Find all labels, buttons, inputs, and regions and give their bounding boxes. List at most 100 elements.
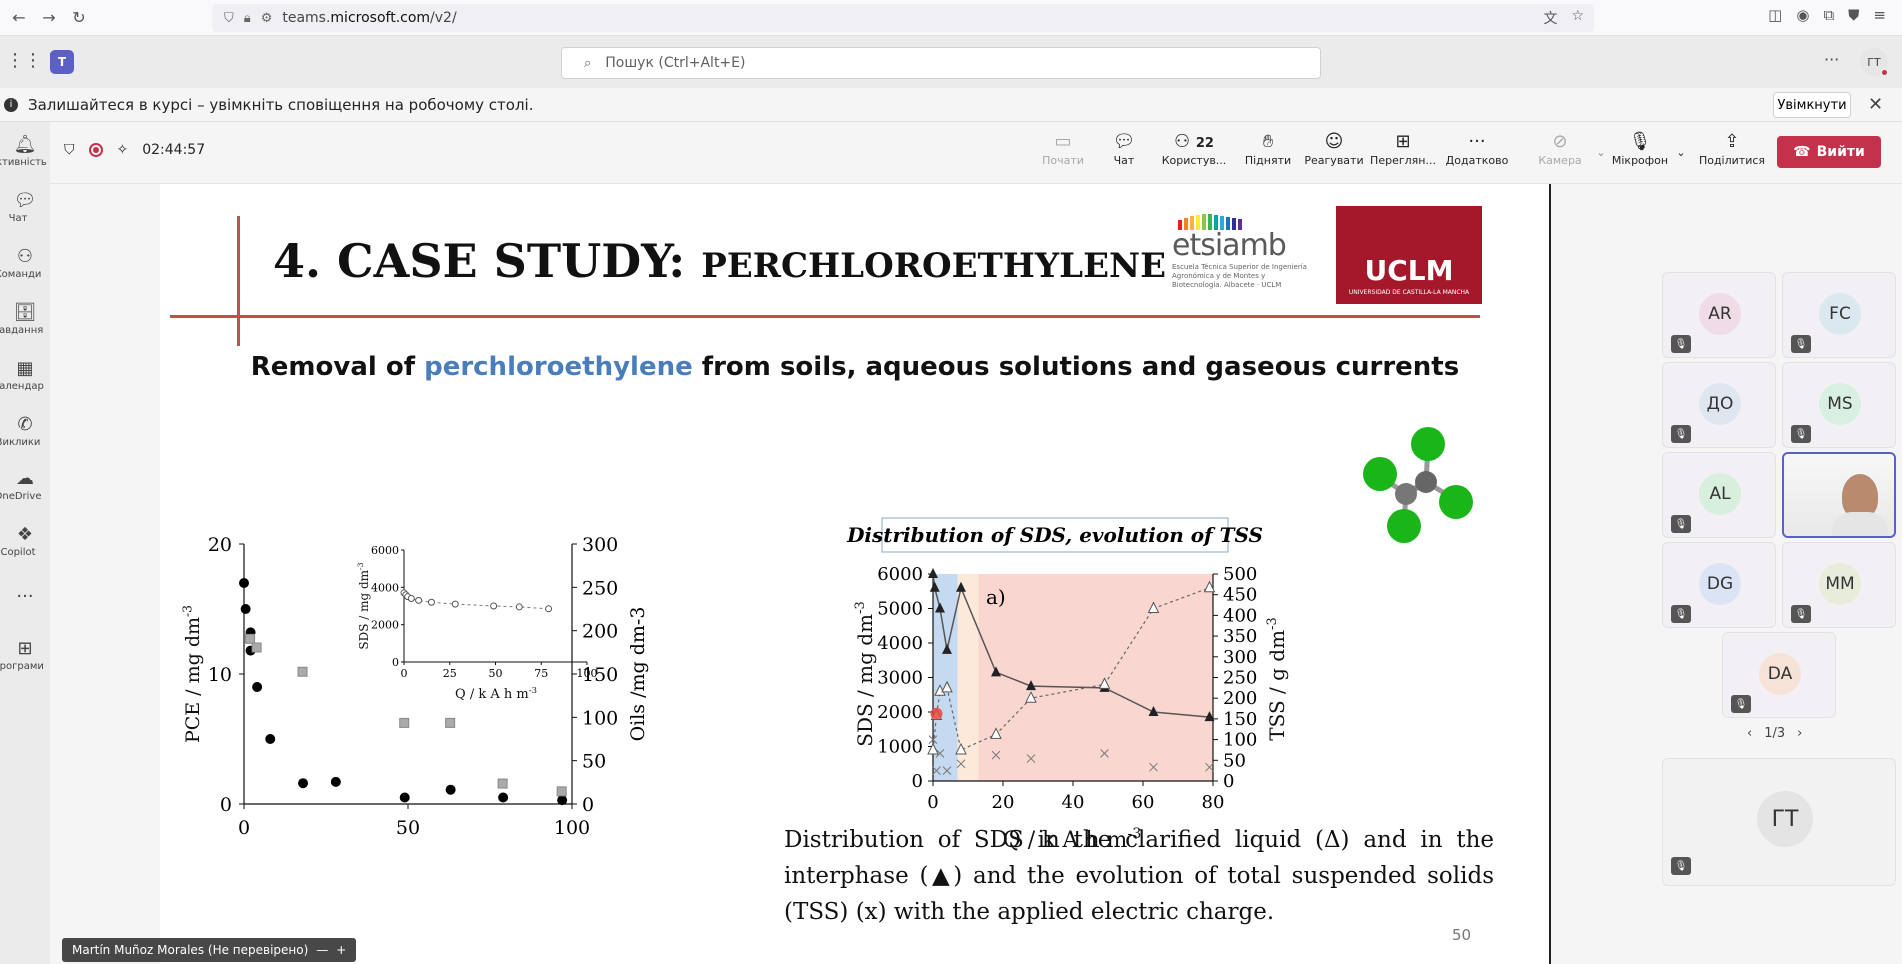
participant-tile[interactable]: AR 🎙︎: [1662, 272, 1776, 358]
participant-avatar: MM: [1819, 563, 1861, 605]
rail-calendar[interactable]: ▦Календар: [0, 352, 50, 406]
translate-icon[interactable]: 文: [1543, 8, 1557, 28]
right-chart-y2-tick-label: 200: [1223, 688, 1257, 709]
rail-chat[interactable]: 💬︎ Чат: [0, 184, 50, 238]
muted-mic-icon: 🎙︎: [1671, 425, 1691, 443]
rail-more[interactable]: ···: [0, 580, 50, 610]
oils-data-point: [445, 717, 456, 728]
inset-y-tick-label: 0: [392, 656, 399, 669]
participant-tile[interactable]: MM 🎙︎: [1782, 542, 1896, 628]
info-icon: i: [4, 97, 18, 112]
raise-hand-button[interactable]: ✋︎ Підняти: [1240, 130, 1296, 178]
address-bar[interactable]: ⛉ 🔒︎ ⚙ teams.microsoft.com/v2/ 文 ☆: [212, 4, 1594, 32]
pocket-icon[interactable]: ◫: [1768, 6, 1782, 24]
more-options-icon[interactable]: ···: [1824, 50, 1839, 69]
muted-mic-icon: 🎙︎: [1791, 425, 1811, 443]
ublock-icon[interactable]: ⛊: [1848, 6, 1859, 24]
muted-mic-icon: 🎙︎: [1671, 857, 1691, 875]
people-button[interactable]: ⚇ 22 Користув...: [1156, 130, 1232, 178]
right-chart-x-tick-label: 40: [1062, 792, 1085, 813]
title-rule-horizontal: [170, 315, 1480, 318]
shield-icon[interactable]: ⛉: [64, 142, 75, 158]
inset-series-line: [403, 592, 549, 610]
extensions-icon[interactable]: ⧉: [1823, 6, 1834, 24]
camera-off-icon: ⊘: [1552, 131, 1568, 152]
lock-icon[interactable]: 🔒︎: [244, 11, 251, 26]
minimize-icon[interactable]: —: [316, 943, 328, 957]
participant-tile[interactable]: AL 🎙︎: [1662, 452, 1776, 538]
muted-mic-icon: 🎙︎: [1731, 695, 1751, 713]
view-button[interactable]: ⊞ Переглян...: [1366, 130, 1440, 178]
left-chart-x-tick-label: 50: [396, 817, 420, 839]
meeting-toolbar: ⛉ ✧ 02:44:57 ▭ Почати 💬︎ Чат ⚇ 22 Користув.…: [50, 122, 1902, 184]
shield-icon[interactable]: ⛉: [224, 11, 234, 26]
pce-data-point: [239, 578, 249, 588]
rail-activity[interactable]: 🔔︎Активність: [0, 128, 50, 182]
muted-mic-icon: 🎙︎: [1671, 605, 1691, 623]
rail-calls[interactable]: ✆ Виклики: [0, 408, 50, 462]
bookmark-star-icon[interactable]: ☆: [1571, 8, 1584, 28]
next-page-icon[interactable]: ›: [1797, 726, 1802, 741]
participant-tile[interactable]: ДО 🎙︎: [1662, 362, 1776, 448]
effects-icon[interactable]: ✧: [117, 142, 129, 158]
account-icon[interactable]: ◉: [1796, 6, 1809, 24]
interphase-data-point: [928, 568, 938, 578]
participant-avatar: MS: [1819, 383, 1861, 425]
reload-icon[interactable]: ↻: [68, 7, 90, 29]
prev-page-icon[interactable]: ‹: [1747, 726, 1752, 741]
search-placeholder: Пошук (Ctrl+Alt+E): [605, 55, 746, 71]
share-button[interactable]: ⇪ Поділитися: [1696, 130, 1768, 178]
right-chart-y-tick-label: 3000: [877, 668, 923, 689]
inset-x-tick-label: 50: [489, 667, 503, 680]
participant-tile[interactable]: DA 🎙︎: [1722, 632, 1836, 718]
notification-banner: i Залишайтеся в курсі – увімкніть сповіщ…: [0, 88, 1902, 122]
participant-tile[interactable]: FC 🎙︎: [1782, 272, 1896, 358]
search-icon: ⌕: [584, 55, 592, 71]
rail-copilot[interactable]: ❖ Copilot: [0, 518, 50, 572]
mic-button[interactable]: 🎙︎ Мікрофон: [1608, 130, 1672, 178]
rail-tasks[interactable]: 🗄︎Завдання: [0, 296, 50, 350]
react-button[interactable]: ☺ Реагувати: [1302, 130, 1366, 178]
close-icon[interactable]: ✕: [1868, 94, 1883, 115]
camera-button[interactable]: ⊘ Камера: [1532, 130, 1588, 178]
rail-onedrive[interactable]: ☁OneDrive: [0, 462, 50, 516]
participant-tile[interactable]: MS 🎙︎: [1782, 362, 1896, 448]
participant-avatar: ДО: [1699, 383, 1741, 425]
right-chart-x-tick-label: 80: [1202, 792, 1225, 813]
rail-apps[interactable]: ⊞Програми: [0, 632, 50, 686]
right-chart-y2-label: TSS / g dm-3: [1265, 617, 1289, 740]
permissions-icon[interactable]: ⚙: [261, 11, 273, 26]
oils-data-point: [297, 666, 308, 677]
forward-icon[interactable]: →: [38, 7, 60, 29]
inset-x-label: Q / k A h m-3: [455, 685, 537, 702]
chat-button[interactable]: 💬︎ Чат: [1104, 130, 1144, 178]
left-chart-y2-tick-label: 200: [582, 621, 618, 643]
pce-data-point: [399, 792, 410, 803]
self-view-tile[interactable]: ГТ 🎙︎: [1662, 758, 1896, 886]
inset-data-point: [515, 603, 523, 611]
share-icon: ⇪: [1724, 131, 1740, 152]
plus-icon[interactable]: +: [336, 943, 346, 957]
inset-data-point: [545, 605, 553, 613]
menu-icon[interactable]: ≡: [1873, 6, 1886, 24]
hand-icon: ✋︎: [1262, 131, 1274, 152]
bell-icon: 🔔︎: [13, 134, 37, 155]
right-chart-y-tick-label: 0: [912, 771, 923, 792]
right-chart-panel-label: a): [986, 585, 1006, 609]
participant-tile[interactable]: DG 🎙︎: [1662, 542, 1776, 628]
recording-icon[interactable]: [88, 143, 103, 157]
leave-button[interactable]: ☎ Вийти: [1777, 136, 1881, 168]
start-button[interactable]: ▭ Почати: [1038, 130, 1088, 178]
profile-avatar[interactable]: ГТ: [1860, 48, 1889, 77]
pointer-highlight: [930, 707, 943, 720]
more-button[interactable]: ··· Додатково: [1442, 130, 1512, 178]
presenter-name-tag[interactable]: Martín Muñoz Morales (Не перевірено) — +: [62, 938, 357, 962]
enable-notifications-button[interactable]: Увімкнути: [1773, 92, 1851, 118]
search-input[interactable]: ⌕ Пошук (Ctrl+Alt+E): [561, 47, 1321, 79]
active-speaker-video-tile[interactable]: [1782, 452, 1896, 538]
back-icon[interactable]: ←: [8, 7, 30, 29]
inset-data-point: [407, 595, 415, 603]
right-chart-y2-tick-label: 100: [1223, 730, 1257, 751]
rail-teams[interactable]: ⚇Команди: [0, 240, 50, 294]
more-icon: ···: [1468, 131, 1486, 152]
